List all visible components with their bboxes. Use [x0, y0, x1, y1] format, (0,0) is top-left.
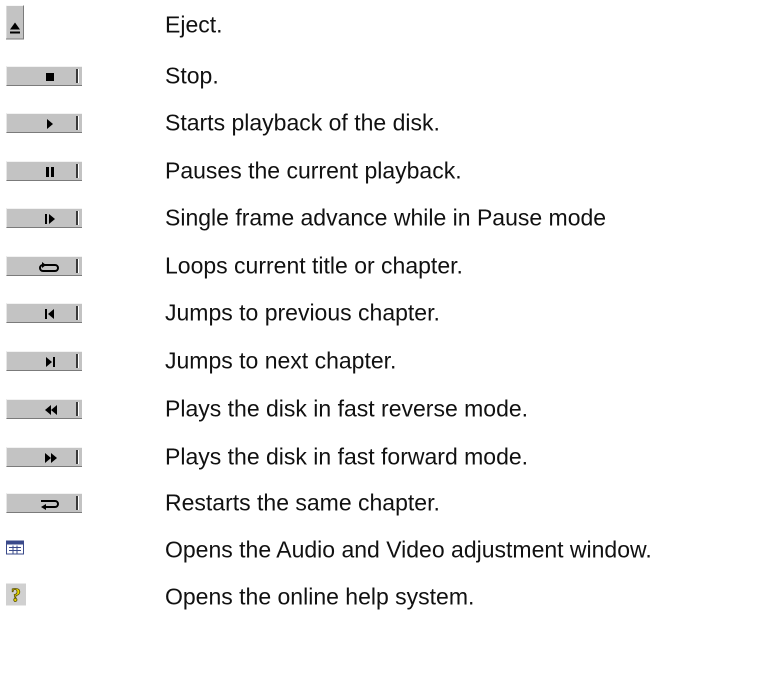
eject-description: Eject.: [165, 11, 223, 38]
fast-forward-description: Plays the disk in fast forward mode.: [165, 443, 529, 470]
play-button[interactable]: [6, 113, 82, 133]
restart-chapter-button[interactable]: [6, 493, 82, 513]
legend-row-loop: Loops current title or chapter.: [0, 241, 783, 291]
pause-description: Pauses the current playback.: [165, 157, 462, 184]
legend-row-restart-chapter: Restarts the same chapter.: [0, 478, 783, 528]
fast-forward-icon: [45, 453, 57, 463]
step-frame-icon: [45, 214, 55, 224]
legend-row-fast-reverse: Plays the disk in fast reverse mode.: [0, 384, 783, 434]
legend-row-next-chapter: Jumps to next chapter.: [0, 336, 783, 386]
legend-row-av-adjustment: Opens the Audio and Video adjustment win…: [0, 525, 783, 575]
stop-button[interactable]: [6, 66, 82, 86]
av-adjustment-description: Opens the Audio and Video adjustment win…: [165, 536, 652, 563]
stop-icon: [46, 73, 54, 81]
step-frame-description: Single frame advance while in Pause mode: [165, 204, 607, 231]
legend-row-pause: Pauses the current playback.: [0, 146, 783, 196]
step-frame-button[interactable]: [6, 208, 82, 228]
pause-button[interactable]: [6, 161, 82, 181]
legend-row-play: Starts playback of the disk.: [0, 98, 783, 148]
play-description: Starts playback of the disk.: [165, 109, 440, 136]
av-adjustment-icon[interactable]: [6, 540, 24, 560]
previous-chapter-icon: [45, 309, 54, 319]
fast-reverse-icon: [45, 405, 57, 415]
legend-row-fast-forward: Plays the disk in fast forward mode.: [0, 432, 783, 482]
help-icon[interactable]: ?: [6, 583, 26, 611]
help-description: Opens the online help system.: [165, 583, 475, 610]
legend-row-step-frame: Single frame advance while in Pause mode: [0, 193, 783, 243]
play-icon: [47, 119, 53, 129]
fast-reverse-button[interactable]: [6, 399, 82, 419]
legend-row-previous-chapter: Jumps to previous chapter.: [0, 288, 783, 338]
fast-reverse-description: Plays the disk in fast reverse mode.: [165, 395, 529, 422]
legend-row-help: ? Opens the online help system.: [0, 572, 783, 622]
previous-chapter-description: Jumps to previous chapter.: [165, 299, 440, 326]
fast-forward-button[interactable]: [6, 447, 82, 467]
eject-icon[interactable]: [5, 5, 24, 45]
loop-button[interactable]: [6, 256, 82, 276]
restart-chapter-description: Restarts the same chapter.: [165, 489, 440, 516]
svg-text:?: ?: [11, 585, 21, 606]
stop-description: Stop.: [165, 62, 219, 89]
pause-icon: [46, 167, 54, 177]
loop-description: Loops current title or chapter.: [165, 252, 463, 279]
legend-row-stop: Stop.: [0, 51, 783, 101]
loop-icon: [39, 262, 59, 272]
next-chapter-icon: [46, 357, 55, 367]
legend-row-eject: Eject.: [0, 0, 783, 50]
previous-chapter-button[interactable]: [6, 303, 82, 323]
restart-chapter-icon: [41, 500, 59, 510]
next-chapter-button[interactable]: [6, 351, 82, 371]
next-chapter-description: Jumps to next chapter.: [165, 347, 397, 374]
